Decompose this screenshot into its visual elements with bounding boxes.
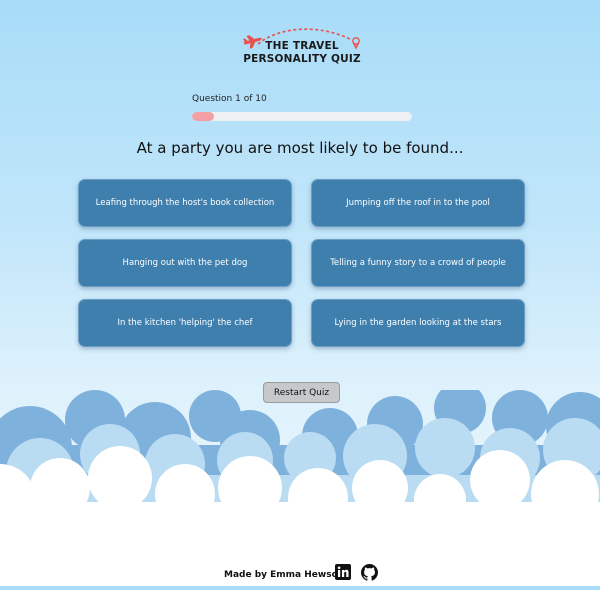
answer-option-4[interactable]: Telling a funny story to a crowd of peop… xyxy=(311,239,525,287)
answer-option-2[interactable]: Jumping off the roof in to the pool xyxy=(311,179,525,227)
answer-option-1[interactable]: Leafing through the host's book collecti… xyxy=(78,179,292,227)
github-icon[interactable] xyxy=(361,564,381,584)
quiz-logo: THE TRAVEL PERSONALITY QUIZ xyxy=(240,26,364,72)
progress-label: Question 1 of 10 xyxy=(192,94,267,104)
answer-option-5[interactable]: In the kitchen 'helping' the chef xyxy=(78,299,292,347)
question-text: At a party you are most likely to be fou… xyxy=(136,139,464,157)
answer-option-6[interactable]: Lying in the garden looking at the stars xyxy=(311,299,525,347)
clouds-illustration xyxy=(0,390,600,586)
linkedin-icon[interactable] xyxy=(335,564,355,584)
quiz-title-line1: THE TRAVEL xyxy=(265,40,339,52)
answer-option-3[interactable]: Hanging out with the pet dog xyxy=(78,239,292,287)
quiz-title-line2: PERSONALITY QUIZ xyxy=(243,53,361,65)
quiz-title: THE TRAVEL PERSONALITY QUIZ xyxy=(240,40,364,66)
progress-bar xyxy=(192,112,412,121)
footer-credit: Made by Emma Hewson xyxy=(224,570,345,580)
progress-bar-fill xyxy=(192,112,214,121)
